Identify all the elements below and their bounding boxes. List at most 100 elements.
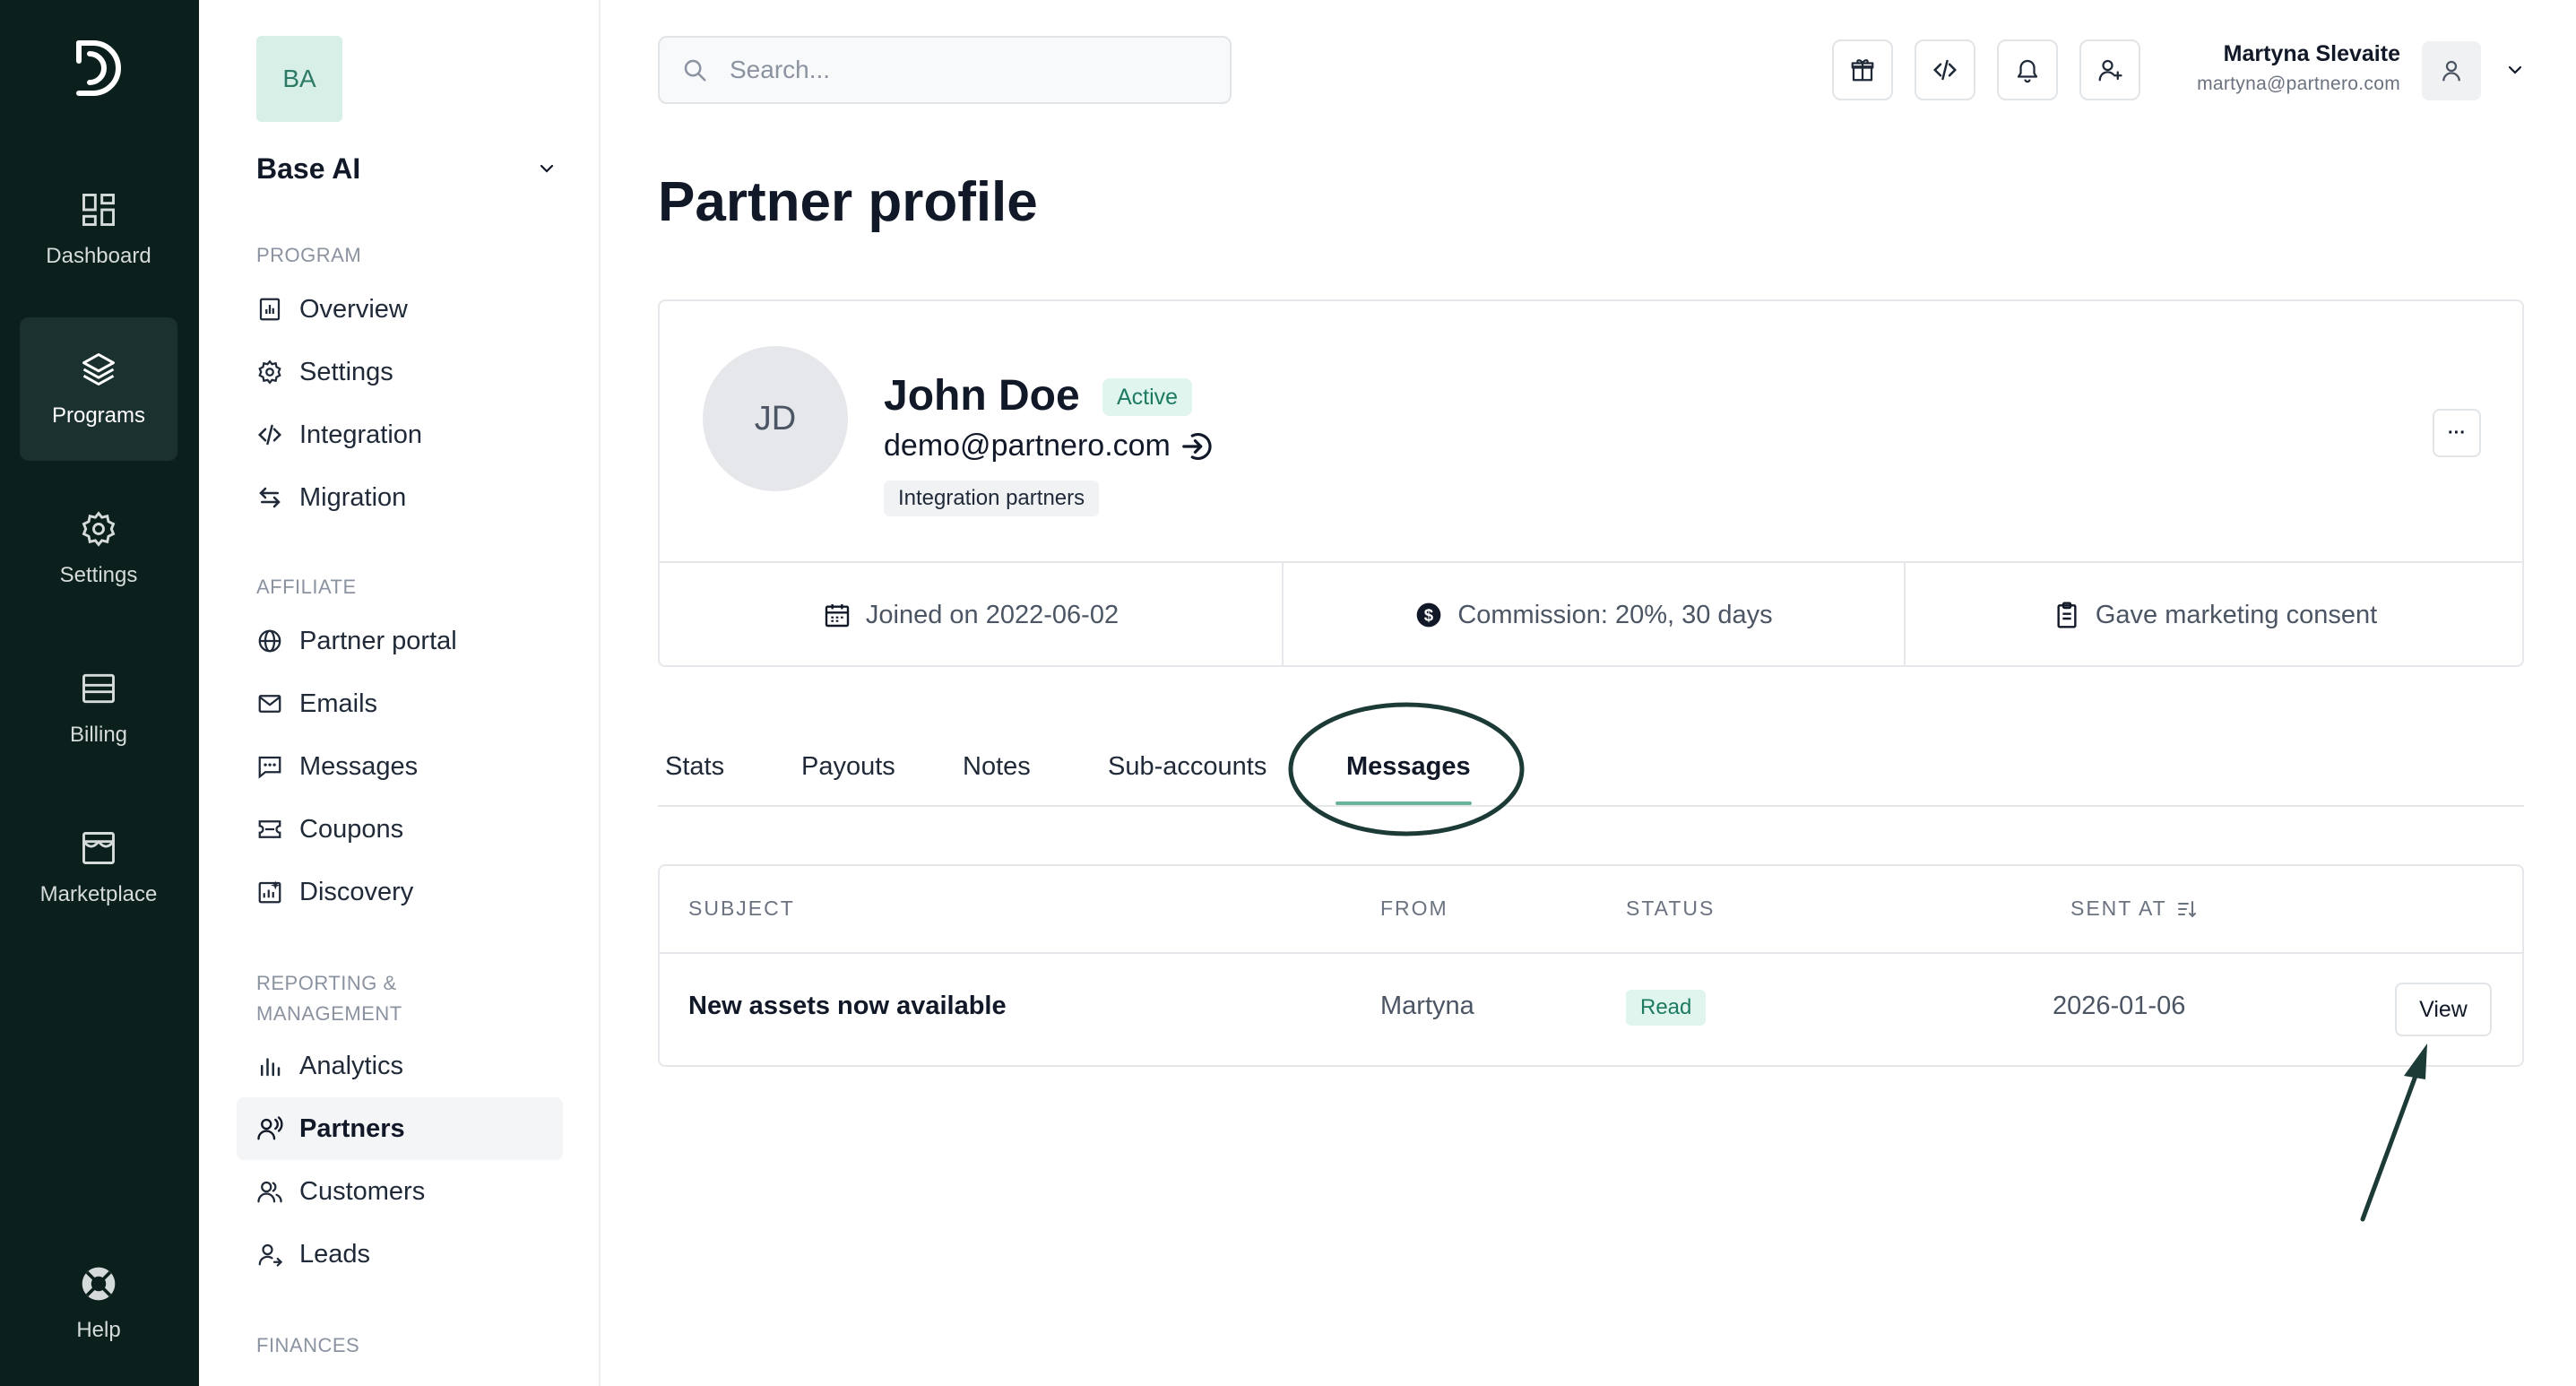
tab-sub-accounts[interactable]: Sub-accounts	[1108, 726, 1266, 807]
profile-tabs: Stats Payouts Notes Sub-accounts Message…	[658, 726, 2524, 807]
sidebar-item-analytics[interactable]: Analytics	[237, 1035, 563, 1097]
sidebar-item-label: Customers	[299, 1176, 426, 1206]
sidebar-item-emails[interactable]: Emails	[237, 672, 563, 735]
sidebar-item-label: Overview	[299, 294, 408, 324]
org-avatar[interactable]: BA	[256, 36, 342, 122]
view-message-button[interactable]: View	[2395, 983, 2492, 1036]
gift-icon	[1851, 59, 1874, 82]
chevron-down-icon[interactable]	[536, 158, 558, 179]
org-name[interactable]: Base AI	[256, 152, 360, 186]
sidebar-item-label: Analytics	[299, 1051, 404, 1080]
partner-avatar: JD	[703, 346, 848, 491]
user-voice-icon	[257, 1116, 283, 1140]
column-header-status: STATUS	[1626, 897, 1716, 920]
section-label-reporting: REPORTING & MANAGEMENT	[256, 968, 402, 1029]
rail-label-help: Help	[76, 1318, 121, 1342]
tab-messages[interactable]: Messages	[1346, 726, 1471, 807]
rail-label-programs: Programs	[51, 403, 146, 428]
section-label-program: PROGRAM	[256, 244, 362, 266]
sidebar-item-label: Coupons	[299, 814, 404, 844]
sidebar-item-messages[interactable]: Messages	[237, 735, 563, 798]
chevron-down-icon[interactable]	[2504, 59, 2526, 81]
clipboard-icon	[2057, 602, 2077, 628]
users-icon	[257, 1181, 282, 1203]
sidebar-item-partner-portal[interactable]: Partner portal	[237, 610, 563, 672]
search-box[interactable]	[658, 36, 1232, 104]
rail-label-billing: Billing	[69, 723, 128, 747]
developer-button[interactable]	[1915, 39, 1975, 100]
sidebar-item-partners[interactable]: Partners	[237, 1097, 563, 1160]
user-email: martyna@partnero.com	[2197, 74, 2400, 94]
rail-item-help[interactable]: Help	[20, 1232, 177, 1375]
sidebar-item-label: Discovery	[299, 877, 414, 906]
wallet-icon	[82, 673, 115, 704]
ticket-icon	[258, 820, 281, 838]
section-label-line: MANAGEMENT	[256, 1002, 402, 1025]
user-avatar[interactable]	[2422, 41, 2481, 100]
joined-date: Joined on 2022-06-02	[660, 563, 1282, 667]
search-input[interactable]	[730, 56, 1196, 84]
app-rail: Dashboard Programs Settings Billing Mark…	[0, 0, 199, 1386]
store-icon	[82, 832, 115, 864]
rail-label-dashboard: Dashboard	[46, 244, 151, 268]
sidebar-item-integration[interactable]: Integration	[237, 403, 563, 466]
commission-text: Commission: 20%, 30 days	[1457, 600, 1773, 629]
report-icon	[259, 298, 281, 321]
login-as-icon[interactable]	[1180, 429, 1214, 463]
search-icon	[684, 59, 706, 82]
sidebar-item-settings[interactable]: Settings	[237, 341, 563, 403]
active-tab-indicator	[1336, 801, 1472, 805]
sidebar-item-coupons[interactable]: Coupons	[237, 798, 563, 861]
dollar-coin-icon: $	[1416, 602, 1441, 628]
user-arrow-icon	[258, 1243, 283, 1267]
joined-date-text: Joined on 2022-06-02	[865, 600, 1119, 629]
tab-notes[interactable]: Notes	[963, 726, 1031, 807]
column-header-subject: SUBJECT	[688, 897, 795, 920]
sort-icon	[2177, 900, 2196, 917]
divider	[660, 952, 2522, 954]
sidebar-item-label: Leads	[299, 1239, 371, 1269]
partner-group-tag: Integration partners	[884, 481, 1100, 516]
section-label-finances: FINANCES	[256, 1334, 360, 1356]
message-subject: New assets now available	[688, 992, 1007, 1020]
bell-icon	[2017, 59, 2038, 83]
column-header-sent-at-label: SENT AT	[2070, 897, 2167, 920]
gift-button[interactable]	[1832, 39, 1893, 100]
lifebuoy-icon	[82, 1267, 116, 1301]
tab-stats[interactable]: Stats	[665, 726, 724, 807]
sidebar-item-label: Integration	[299, 420, 423, 449]
notifications-button[interactable]	[1997, 39, 2058, 100]
rail-item-settings[interactable]: Settings	[20, 477, 177, 620]
bar-chart-icon	[261, 1058, 281, 1077]
section-label-line: REPORTING &	[256, 972, 397, 994]
rail-item-billing[interactable]: Billing	[20, 637, 177, 780]
rail-item-programs[interactable]: Programs	[20, 317, 177, 461]
sidebar-item-label: Partner portal	[299, 626, 457, 655]
tab-payouts[interactable]: Payouts	[801, 726, 895, 807]
rail-item-marketplace[interactable]: Marketplace	[20, 796, 177, 940]
rail-item-dashboard[interactable]: Dashboard	[20, 158, 177, 301]
sidebar-item-label: Emails	[299, 689, 378, 718]
user-plus-icon	[2098, 59, 2122, 82]
sidebar-item-migration[interactable]: Migration	[237, 466, 563, 529]
user-icon	[2442, 60, 2460, 82]
code-icon	[1932, 59, 1958, 81]
rail-label-marketplace: Marketplace	[39, 882, 158, 906]
sidebar-item-customers[interactable]: Customers	[237, 1160, 563, 1223]
partner-email-text: demo@partnero.com	[884, 429, 1171, 463]
invite-user-button[interactable]	[2079, 39, 2140, 100]
app-logo-icon[interactable]	[73, 34, 124, 102]
column-header-sent-at[interactable]: SENT AT	[2070, 897, 2198, 921]
sidebar-item-leads[interactable]: Leads	[237, 1223, 563, 1286]
sidebar-item-label: Settings	[299, 357, 393, 386]
sidebar-item-discovery[interactable]: Discovery	[237, 861, 563, 923]
layers-icon	[82, 353, 115, 385]
mail-icon	[258, 695, 281, 713]
globe-icon	[258, 629, 281, 653]
user-name[interactable]: Martyna Slevaite	[2224, 41, 2400, 67]
more-actions-button[interactable]: ···	[2433, 409, 2481, 457]
dashboard-icon	[82, 194, 115, 226]
column-header-from: FROM	[1380, 897, 1448, 920]
sidebar-item-overview[interactable]: Overview	[237, 278, 563, 341]
calendar-icon	[825, 604, 850, 628]
